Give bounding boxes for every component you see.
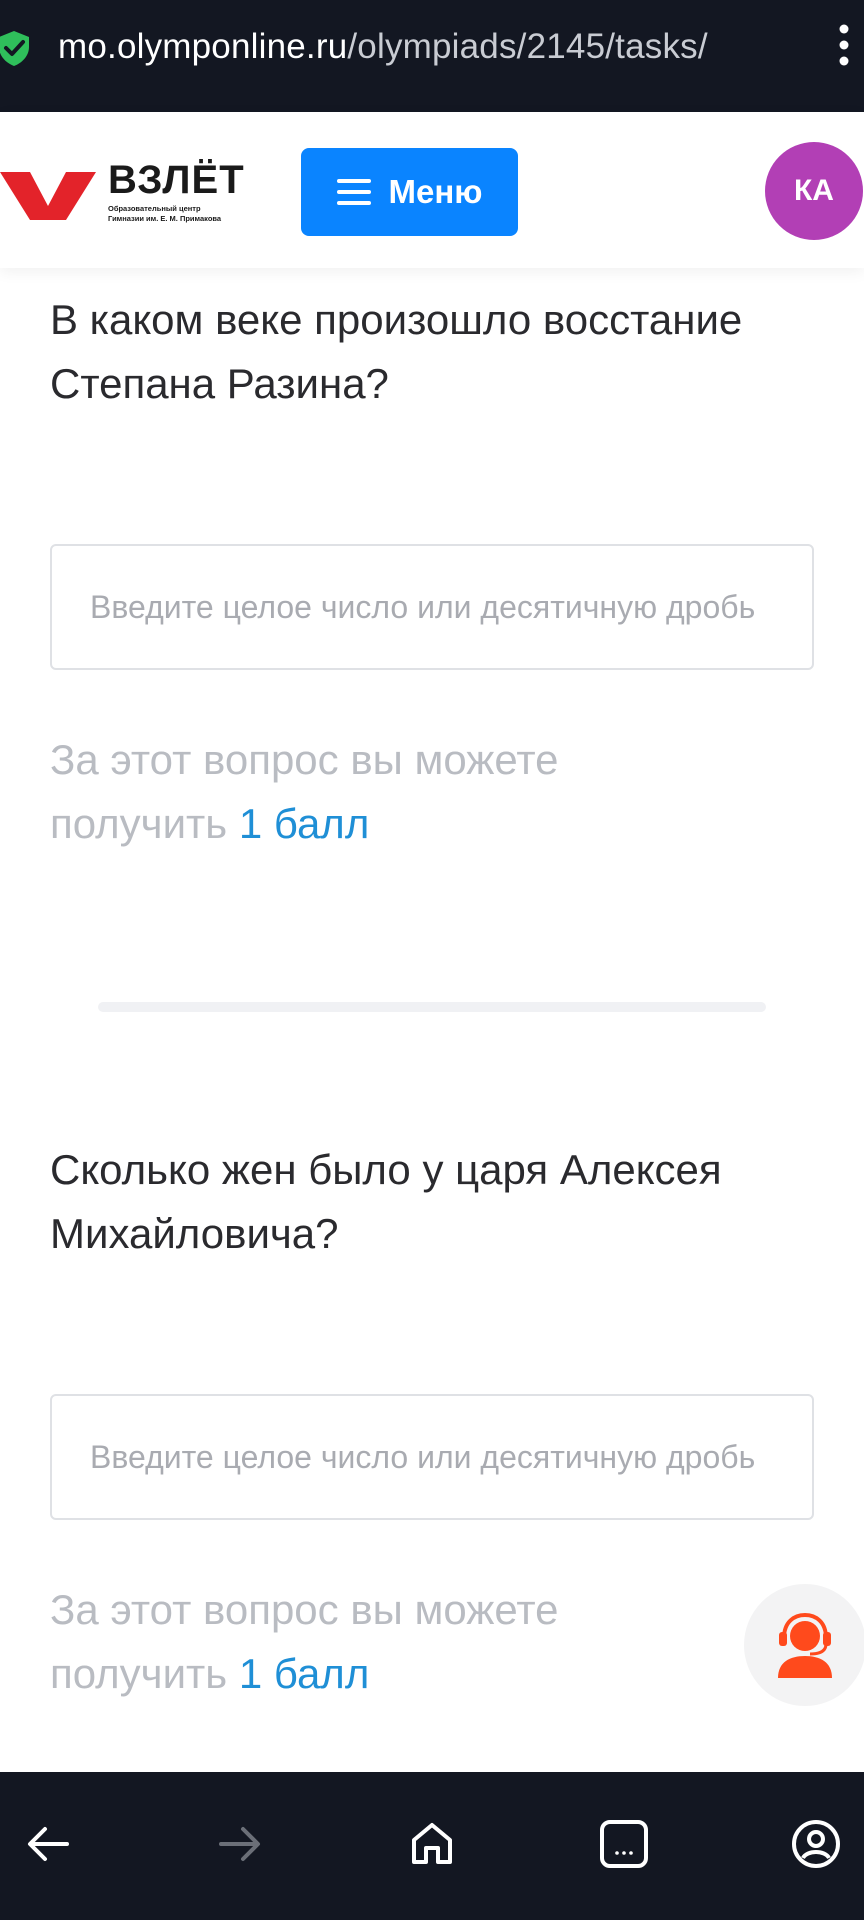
site-header: ВЗЛЁТ Образовательный центр Гимназии им.… xyxy=(0,112,864,268)
answer-input[interactable] xyxy=(50,544,814,670)
home-icon[interactable] xyxy=(400,1812,464,1876)
points-info: За этот вопрос вы можете получить 1 балл xyxy=(50,1578,670,1706)
logo-subtitle-line2: Гимназии им. Е. М. Примакова xyxy=(108,214,222,223)
logo-mark-icon xyxy=(0,172,96,220)
points-info: За этот вопрос вы можете получить 1 балл xyxy=(50,728,670,856)
browser-address-bar: mo.olymponline.ru/olympiads/2145/tasks/ xyxy=(0,0,864,112)
logo-wordmark: ВЗЛЁТ xyxy=(108,158,245,202)
logo-subtitle: Образовательный центр Гимназии им. Е. М.… xyxy=(108,204,248,224)
more-vertical-icon[interactable] xyxy=(832,22,856,68)
question-divider xyxy=(98,1002,766,1012)
avatar[interactable]: КА xyxy=(765,142,863,240)
tabs-icon[interactable] xyxy=(592,1812,656,1876)
logo[interactable]: ВЗЛЁТ Образовательный центр Гимназии им.… xyxy=(0,158,250,234)
browser-nav-bar xyxy=(0,1772,864,1920)
menu-button[interactable]: Меню xyxy=(301,148,518,236)
support-button[interactable] xyxy=(744,1584,864,1706)
forward-arrow-icon[interactable] xyxy=(208,1812,272,1876)
profile-icon[interactable] xyxy=(784,1812,848,1876)
url-host: mo.olymponline.ru xyxy=(58,27,348,66)
back-arrow-icon[interactable] xyxy=(16,1812,80,1876)
question-text: В каком веке произошло восстание Степана… xyxy=(50,296,743,407)
points-value: 1 балл xyxy=(238,1650,370,1697)
logo-subtitle-line1: Образовательный центр xyxy=(108,204,201,213)
shield-check-icon[interactable] xyxy=(0,28,34,68)
task-list: В каком веке произошло восстание Степана… xyxy=(0,268,864,1772)
answer-input[interactable] xyxy=(50,1394,814,1520)
question-text: Сколько жен было у царя Алексея Михайлов… xyxy=(50,1146,722,1257)
hamburger-icon xyxy=(336,179,371,205)
menu-label: Меню xyxy=(388,173,483,210)
url-path: /olympiads/2145/tasks/ xyxy=(347,27,708,66)
points-value: 1 балл xyxy=(238,800,370,847)
headset-support-icon xyxy=(778,1612,832,1678)
url-text[interactable]: mo.olymponline.ru/olympiads/2145/tasks/ xyxy=(58,22,790,72)
